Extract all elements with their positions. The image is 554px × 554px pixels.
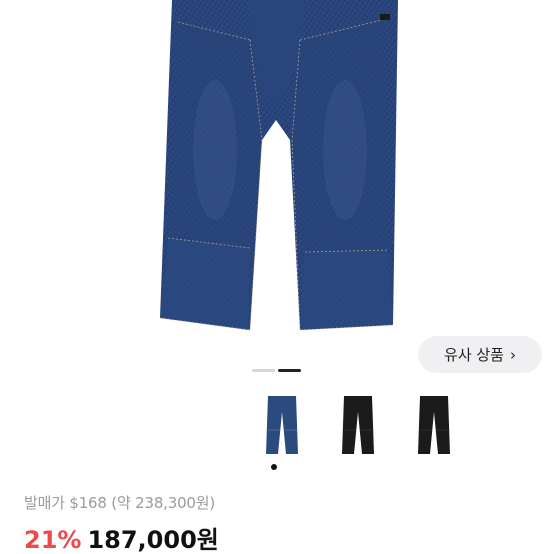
price-row: 21% 187,000원 <box>24 520 219 554</box>
indicator-segment-active <box>278 369 301 372</box>
thumbnail-black-2[interactable] <box>406 392 482 458</box>
thumbnail-denim-blue[interactable] <box>254 392 330 458</box>
chevron-right-icon: › <box>509 345 516 364</box>
indicator-segment-inactive <box>252 369 275 372</box>
sale-price: 187,000원 <box>87 526 219 554</box>
product-page: 유사 상품 › 발매가 $168 (약 238,300원) 21% 187,00… <box>0 0 554 554</box>
thumbnail-black-1[interactable] <box>330 392 406 458</box>
discount-rate: 21% <box>24 526 82 554</box>
similar-products-button[interactable]: 유사 상품 › <box>418 336 542 373</box>
product-image[interactable] <box>0 0 554 340</box>
release-price: 발매가 $168 (약 238,300원) <box>24 494 216 512</box>
similar-products-label: 유사 상품 <box>444 346 504 364</box>
selected-variant-dot <box>271 464 277 470</box>
image-page-indicator <box>252 369 301 372</box>
color-variant-list <box>254 392 482 458</box>
